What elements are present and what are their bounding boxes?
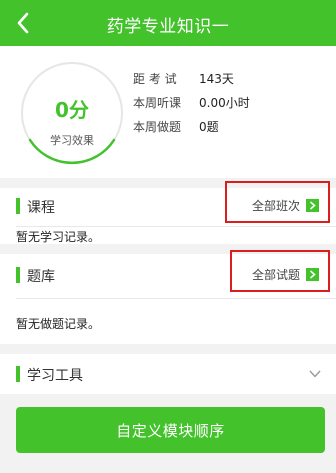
score-value: 0分: [55, 98, 89, 122]
highlight-box: [230, 250, 330, 292]
app-header: 药学专业知识一: [0, 0, 336, 46]
stat-value: 143天: [199, 71, 234, 86]
section-marker: [16, 198, 20, 214]
highlight-box: [225, 181, 330, 223]
study-summary-card: 0分 学习效果 距 考 试 143天 本周听课 0.00小时 本周做题 0题: [0, 46, 336, 178]
stat-exam-countdown: 距 考 试 143天: [133, 68, 234, 88]
score-ring: 0分 学习效果: [19, 60, 125, 166]
question-bank-empty-text: 暂无做题记录。: [16, 317, 101, 331]
stat-label: 本周听课: [133, 95, 182, 110]
course-title: 课程: [27, 200, 55, 216]
stat-value: 0题: [199, 119, 219, 134]
stat-label: 距 考 试: [133, 71, 177, 86]
stat-weekly-listening: 本周听课 0.00小时: [133, 92, 250, 112]
page-title: 药学专业知识一: [106, 17, 230, 37]
section-marker: [16, 267, 20, 283]
divider: [16, 298, 336, 299]
stat-weekly-questions: 本周做题 0题: [133, 116, 219, 136]
chevron-down-icon[interactable]: [308, 367, 322, 381]
section-marker: [16, 366, 20, 382]
learning-tools-section[interactable]: 学习工具: [0, 354, 336, 394]
stat-label: 本周做题: [133, 119, 182, 134]
stat-value: 0.00小时: [199, 95, 250, 110]
question-bank-title: 题库: [27, 269, 55, 285]
course-empty-text: 暂无学习记录。: [16, 230, 101, 244]
divider: [16, 226, 336, 227]
learning-tools-title: 学习工具: [27, 368, 83, 384]
score-label: 学习效果: [50, 134, 94, 147]
customize-module-order-button[interactable]: 自定义模块顺序: [16, 407, 325, 453]
